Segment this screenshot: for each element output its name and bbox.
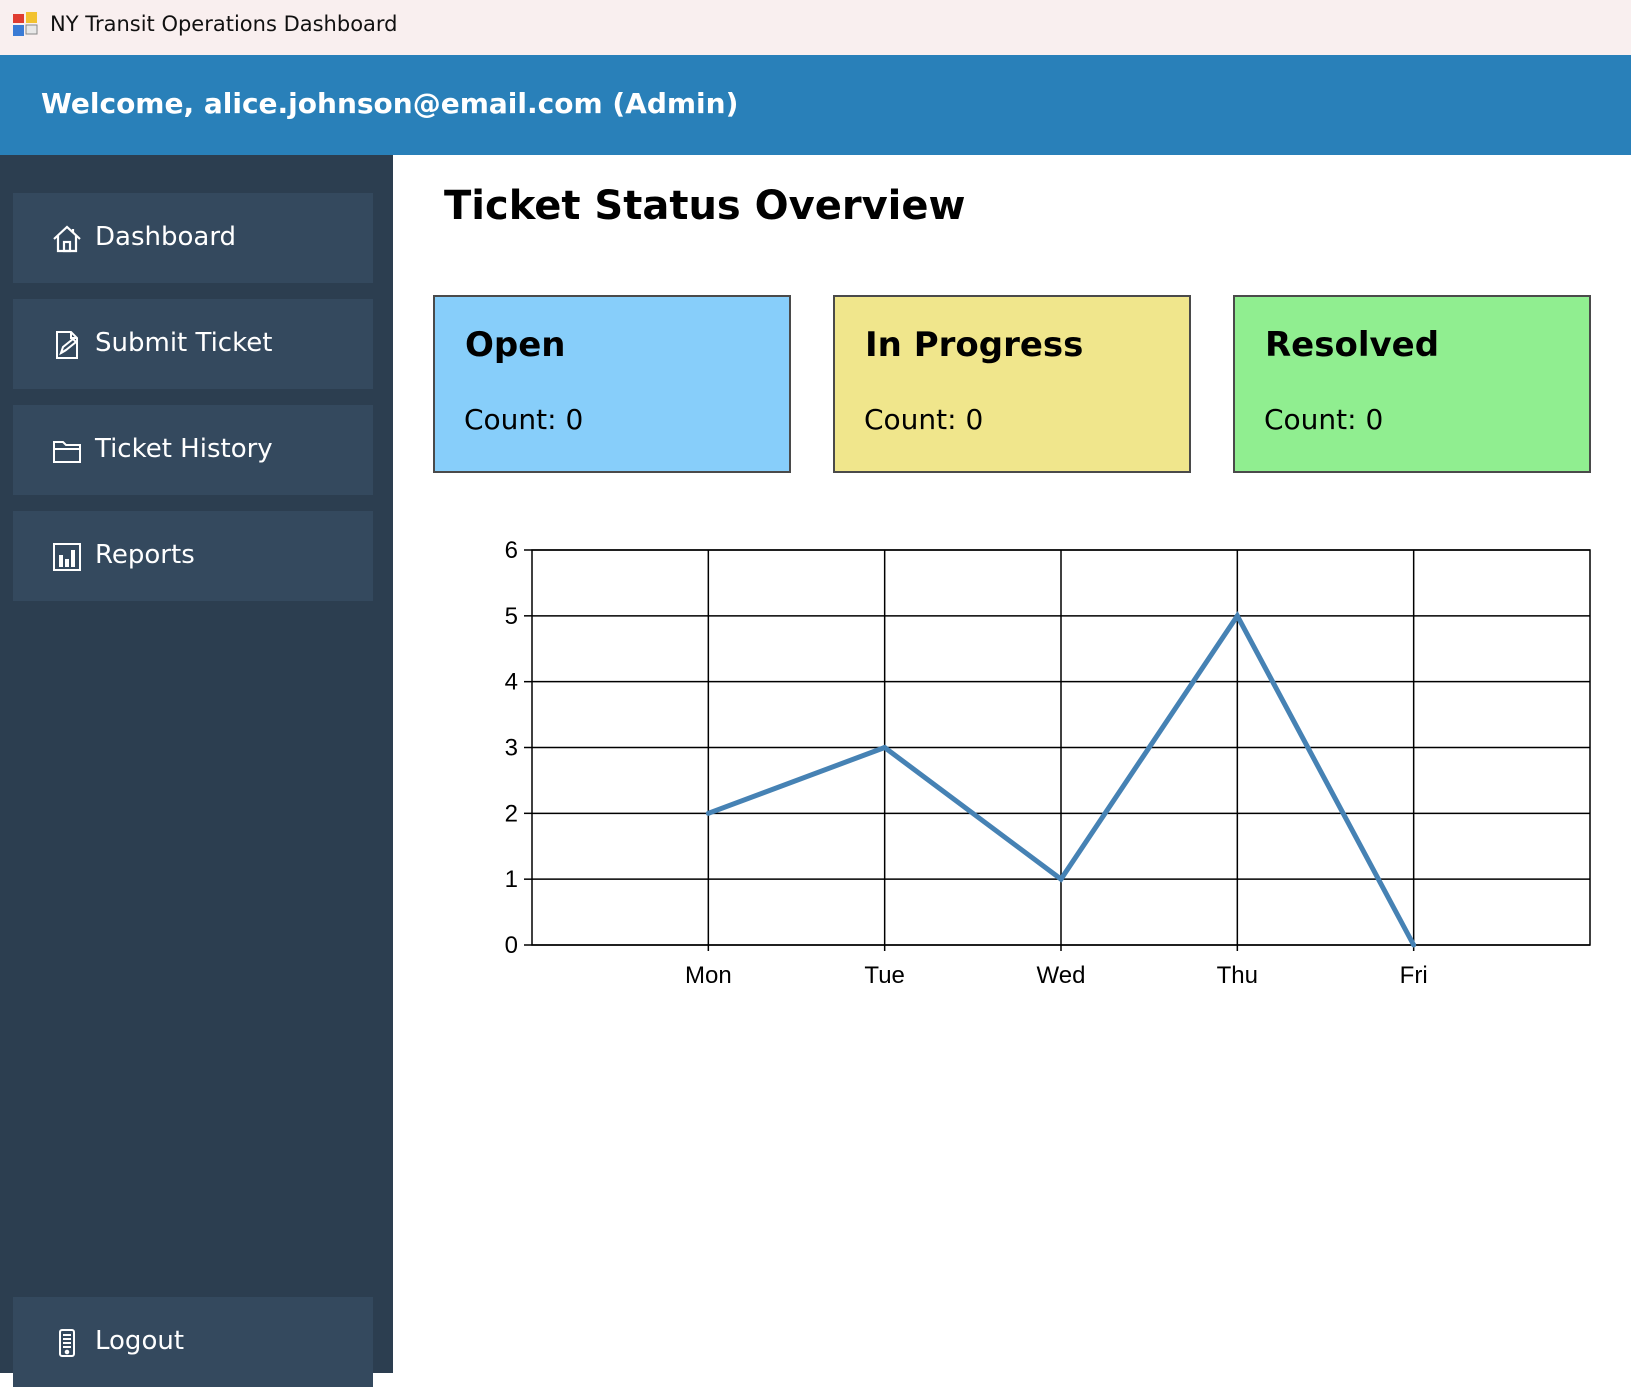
edit-document-icon <box>56 331 78 359</box>
y-tick-label: 4 <box>505 669 518 696</box>
logout-icon <box>59 1329 75 1357</box>
welcome-message: Welcome, alice.johnson@email.com (Admin) <box>41 87 739 120</box>
page-title: Ticket Status Overview <box>444 183 966 229</box>
y-tick-label: 3 <box>505 735 518 762</box>
x-tick-label: Wed <box>1037 962 1086 989</box>
y-tick-label: 2 <box>505 800 518 827</box>
card-title: In Progress <box>865 325 1084 365</box>
card-count: Count: 0 <box>864 403 984 436</box>
sidebar: Dashboard Submit Ticket Ticket History R… <box>0 155 393 1387</box>
sidebar-item-label: Submit Ticket <box>95 328 273 358</box>
card-title: Resolved <box>1265 325 1440 365</box>
sidebar-item-submit-ticket[interactable]: Submit Ticket <box>13 299 373 389</box>
data-point <box>1058 876 1064 882</box>
bar-chart-icon <box>53 543 81 571</box>
y-tick-label: 0 <box>505 932 518 959</box>
sidebar-item-ticket-history[interactable]: Ticket History <box>13 405 373 495</box>
x-tick-label: Thu <box>1217 962 1258 989</box>
window-title: NY Transit Operations Dashboard <box>50 12 398 36</box>
sidebar-item-label: Dashboard <box>95 222 237 252</box>
logout-label: Logout <box>95 1326 185 1356</box>
y-tick-label: 5 <box>505 603 518 630</box>
x-tick-label: Mon <box>685 962 732 989</box>
card-count: Count: 0 <box>1264 403 1384 436</box>
status-card-in-progress: In Progress Count: 0 <box>833 295 1191 473</box>
logout-button[interactable]: Logout <box>13 1297 373 1387</box>
data-point <box>882 745 888 750</box>
status-card-resolved: Resolved Count: 0 <box>1233 295 1591 473</box>
sidebar-item-dashboard[interactable]: Dashboard <box>13 193 373 283</box>
sidebar-item-label: Reports <box>95 540 195 570</box>
app-window-icon <box>13 12 38 36</box>
y-tick-label: 6 <box>505 537 518 564</box>
header-bar: Welcome, alice.johnson@email.com (Admin) <box>0 55 1631 155</box>
x-tick-label: Tue <box>864 962 904 989</box>
x-tick-label: Fri <box>1400 962 1428 989</box>
data-point <box>705 810 711 816</box>
sidebar-item-reports[interactable]: Reports <box>13 511 373 601</box>
sidebar-item-label: Ticket History <box>95 434 273 464</box>
home-icon <box>53 225 81 253</box>
window-titlebar: NY Transit Operations Dashboard <box>0 0 1631 55</box>
card-title: Open <box>465 325 566 365</box>
data-point <box>1234 613 1240 619</box>
status-card-open: Open Count: 0 <box>433 295 791 473</box>
y-tick-label: 1 <box>505 866 518 893</box>
folder-icon <box>53 441 81 463</box>
card-count: Count: 0 <box>464 403 584 436</box>
ticket-trend-line-chart: 0 1 2 3 4 5 6 Mon Tue Wed Thu Fri <box>505 537 1591 989</box>
data-point <box>1411 942 1417 948</box>
